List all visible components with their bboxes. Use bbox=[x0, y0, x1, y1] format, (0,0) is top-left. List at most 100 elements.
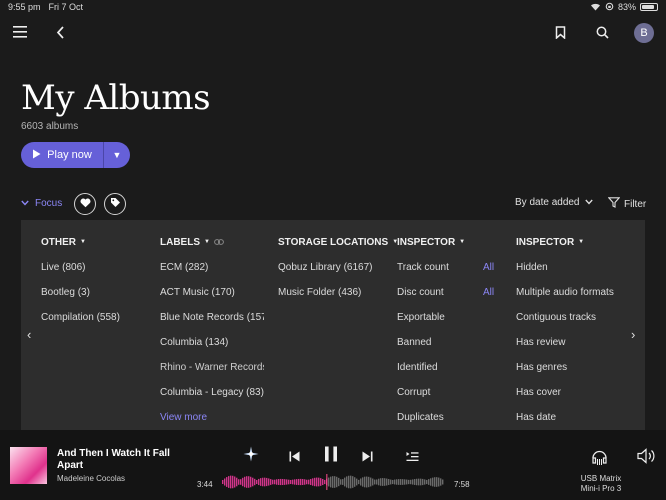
headphones-icon[interactable] bbox=[591, 448, 608, 471]
waveform-bar bbox=[322, 478, 324, 486]
status-bar: 9:55 pm Fri 7 Oct 83% bbox=[0, 0, 666, 14]
column-header[interactable]: OTHER ▼ bbox=[41, 236, 120, 248]
output-device[interactable]: USB Matrix Mini-i Pro 3 bbox=[577, 474, 625, 494]
back-icon[interactable] bbox=[56, 26, 65, 39]
favorite-filter-button[interactable] bbox=[74, 193, 96, 215]
previous-track-icon[interactable] bbox=[289, 449, 300, 467]
waveform-bar bbox=[236, 477, 238, 487]
waveform-bar bbox=[386, 478, 388, 486]
play-now-split-button: Play now ▼ bbox=[21, 142, 130, 168]
column-header[interactable]: STORAGE LOCATIONS ▼ bbox=[278, 236, 398, 248]
waveform-bar bbox=[394, 479, 396, 485]
bookmark-icon[interactable] bbox=[555, 26, 566, 39]
column-title: STORAGE LOCATIONS bbox=[278, 236, 389, 248]
filter-item[interactable]: Multiple audio formats bbox=[516, 287, 614, 312]
sparkle-icon[interactable] bbox=[243, 446, 259, 467]
battery-percent: 83% bbox=[617, 2, 636, 12]
filter-item[interactable]: Track count All bbox=[397, 262, 507, 287]
filter-button[interactable]: Filter bbox=[607, 197, 647, 211]
focus-toggle[interactable]: Focus bbox=[21, 198, 62, 209]
filter-column-storage: STORAGE LOCATIONS ▼ Qobuz Library (6167)… bbox=[278, 236, 398, 312]
waveform-bar bbox=[434, 477, 436, 487]
top-bar: B bbox=[0, 20, 666, 50]
waveform-bar bbox=[252, 477, 254, 487]
chevron-right-icon[interactable]: › bbox=[631, 327, 635, 342]
wifi-icon bbox=[590, 2, 601, 13]
queue-icon[interactable] bbox=[406, 449, 419, 467]
waveform-bar bbox=[354, 477, 356, 487]
filter-item[interactable]: ECM (282) bbox=[160, 262, 264, 287]
track-title[interactable]: And Then I Watch It Fall Apart bbox=[57, 448, 187, 472]
filter-label: Filter bbox=[624, 198, 647, 210]
status-time: 9:55 pm bbox=[8, 2, 41, 12]
filter-item[interactable]: Has review bbox=[516, 337, 614, 362]
playhead[interactable] bbox=[326, 474, 328, 490]
waveform-bar bbox=[240, 479, 242, 485]
waveform-bar bbox=[378, 478, 380, 486]
waveform-bar bbox=[290, 479, 292, 485]
filter-item[interactable]: Has genres bbox=[516, 362, 614, 387]
pause-icon[interactable] bbox=[324, 446, 338, 467]
waveform-bar bbox=[232, 475, 234, 489]
filter-item[interactable]: Music Folder (436) bbox=[278, 287, 398, 312]
filter-item[interactable]: Hidden bbox=[516, 262, 614, 287]
filter-item[interactable]: Has cover bbox=[516, 387, 614, 412]
avatar[interactable]: B bbox=[634, 23, 654, 43]
chevron-left-icon[interactable]: ‹ bbox=[27, 327, 31, 342]
waveform-bar bbox=[428, 479, 430, 485]
filter-item[interactable]: Banned bbox=[397, 337, 507, 362]
filter-column-inspector: INSPECTOR ▼ Track count All Disc count A… bbox=[397, 236, 507, 437]
waveform-bar bbox=[442, 479, 444, 485]
filter-item[interactable]: Exportable bbox=[397, 312, 507, 337]
play-now-label: Play now bbox=[47, 149, 92, 161]
filter-item[interactable]: Bootleg (3) bbox=[41, 287, 120, 312]
waveform-bar bbox=[304, 479, 306, 485]
track-artist[interactable]: Madeleine Cocolas bbox=[57, 474, 125, 483]
waveform-seekbar[interactable] bbox=[222, 474, 444, 490]
filter-item[interactable]: ACT Music (170) bbox=[160, 287, 264, 312]
all-option[interactable]: All bbox=[483, 287, 494, 299]
filter-item[interactable]: Compilation (558) bbox=[41, 312, 120, 337]
column-header[interactable]: INSPECTOR ▼ bbox=[516, 236, 614, 248]
all-option[interactable]: All bbox=[483, 262, 494, 274]
filter-item[interactable]: Columbia (134) bbox=[160, 337, 264, 362]
search-icon[interactable] bbox=[596, 26, 609, 39]
waveform-bar bbox=[426, 479, 428, 485]
waveform-bar bbox=[340, 479, 342, 485]
play-options-button[interactable]: ▼ bbox=[104, 142, 130, 168]
menu-icon[interactable] bbox=[13, 26, 27, 38]
volume-icon[interactable] bbox=[637, 448, 657, 469]
waveform-bar bbox=[302, 478, 304, 486]
battery-icon bbox=[640, 3, 658, 11]
chevron-down-icon bbox=[21, 198, 29, 209]
sort-dropdown[interactable]: By date added bbox=[515, 197, 593, 208]
filter-item[interactable]: Columbia - Legacy (83) bbox=[160, 387, 264, 412]
filter-item[interactable]: Blue Note Records (157) bbox=[160, 312, 264, 337]
filter-item[interactable]: Qobuz Library (6167) bbox=[278, 262, 398, 287]
filter-item[interactable]: Corrupt bbox=[397, 387, 507, 412]
caret-down-icon: ▼ bbox=[80, 239, 86, 245]
filter-item[interactable]: Live (806) bbox=[41, 262, 120, 287]
waveform-bar bbox=[356, 478, 358, 486]
caret-down-icon: ▼ bbox=[578, 239, 585, 245]
next-track-icon[interactable] bbox=[362, 449, 373, 467]
filter-item[interactable]: Rhino - Warner Records ( bbox=[160, 362, 264, 387]
filter-item[interactable]: Contiguous tracks bbox=[516, 312, 614, 337]
filter-item[interactable]: Disc count All bbox=[397, 287, 507, 312]
filter-item[interactable]: Identified bbox=[397, 362, 507, 387]
column-header[interactable]: LABELS ▼ bbox=[160, 236, 264, 248]
filter-item-label: Track count bbox=[397, 262, 449, 273]
waveform-bar bbox=[324, 479, 326, 485]
focus-label: Focus bbox=[35, 198, 63, 209]
total-time: 7:58 bbox=[454, 480, 470, 489]
waveform-bar bbox=[440, 478, 442, 486]
album-cover[interactable] bbox=[10, 447, 47, 484]
tag-filter-button[interactable] bbox=[104, 193, 126, 215]
play-now-button[interactable]: Play now bbox=[21, 142, 103, 168]
waveform-bar bbox=[438, 477, 440, 487]
waveform-bar bbox=[412, 479, 414, 485]
filter-icon bbox=[607, 197, 621, 211]
column-header[interactable]: INSPECTOR ▼ bbox=[397, 236, 507, 248]
waveform-bar bbox=[364, 476, 366, 488]
heart-icon bbox=[80, 195, 91, 213]
